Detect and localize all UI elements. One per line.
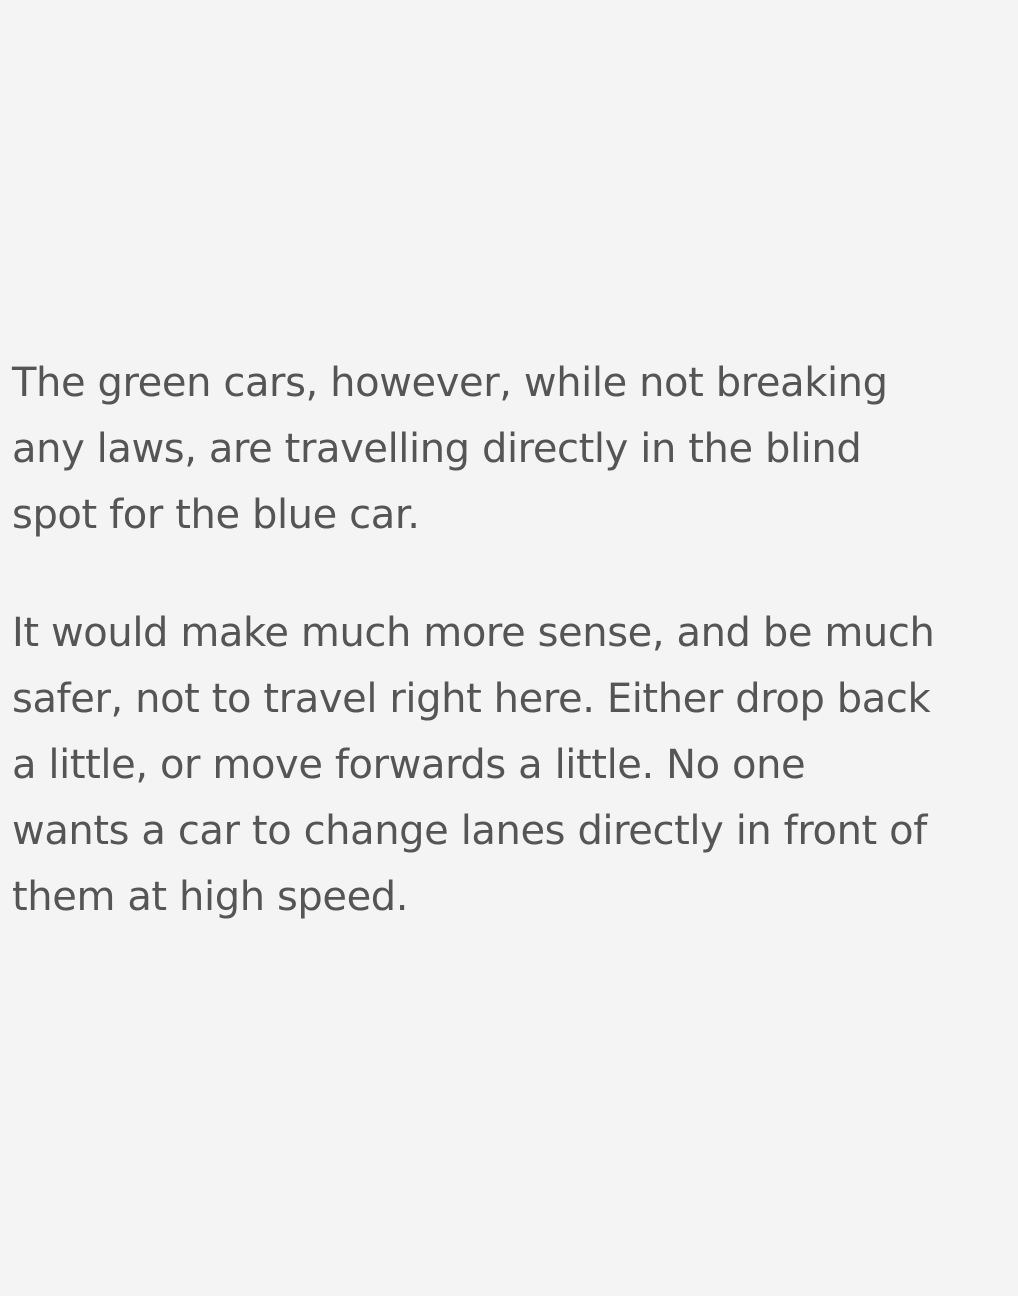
- text-line: a little, or move forwards a little. No …: [12, 742, 806, 788]
- text-line: The green cars, however, while not break…: [12, 360, 888, 406]
- paragraph-advice: It would make much more sense, and be mu…: [12, 600, 1012, 930]
- text-line: any laws, are travelling directly in the…: [12, 426, 862, 472]
- page: The green cars, however, while not break…: [0, 0, 1018, 1296]
- text-line: spot for the blue car.: [12, 492, 420, 538]
- article-text: The green cars, however, while not break…: [12, 350, 1012, 930]
- paragraph-blind-spot: The green cars, however, while not break…: [12, 350, 1012, 548]
- text-line: safer, not to travel right here. Either …: [12, 676, 931, 722]
- text-line: wants a car to change lanes directly in …: [12, 808, 927, 854]
- text-line: them at high speed.: [12, 874, 409, 920]
- text-line: It would make much more sense, and be mu…: [12, 610, 935, 656]
